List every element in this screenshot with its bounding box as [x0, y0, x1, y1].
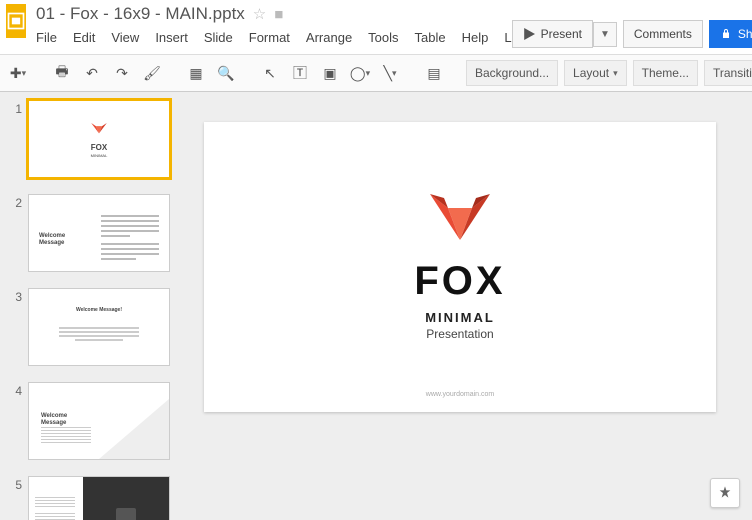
- thumb-number: 1: [6, 100, 22, 116]
- fox-icon: [91, 123, 107, 137]
- file-name[interactable]: 01 - Fox - 16x9 - MAIN.pptx: [36, 4, 245, 24]
- menu-insert[interactable]: Insert: [155, 30, 188, 45]
- fox-logo-icon: [430, 194, 490, 251]
- new-slide-button[interactable]: ✚▾: [6, 60, 30, 86]
- title-bar: 01 - Fox - 16x9 - MAIN.pptx ☆ ■ File Edi…: [0, 0, 752, 54]
- menu-file[interactable]: File: [36, 30, 57, 45]
- slide-domain: www.yourdomain.com: [204, 391, 716, 398]
- theme-button[interactable]: Theme...: [633, 60, 698, 86]
- explore-button[interactable]: [710, 478, 740, 508]
- slide-thumbnail-1[interactable]: FOX MINIMAL: [28, 100, 170, 178]
- menu-arrange[interactable]: Arrange: [306, 30, 352, 45]
- slides-icon: [6, 11, 26, 31]
- thumb-row[interactable]: 3 Welcome Message!: [0, 286, 182, 380]
- layout-button[interactable]: Layout▾: [564, 60, 627, 86]
- lock-icon: [720, 28, 732, 40]
- zoom-fit-icon[interactable]: ▦: [184, 60, 208, 86]
- image-placeholder-icon: [116, 508, 136, 520]
- menu-bar: File Edit View Insert Slide Format Arran…: [36, 30, 512, 45]
- app-icon[interactable]: [6, 4, 26, 38]
- undo-icon[interactable]: ↶: [80, 60, 104, 86]
- line-icon[interactable]: ╲▾: [378, 60, 402, 86]
- textbox-icon[interactable]: 🅃: [288, 60, 312, 86]
- menu-last-truncated[interactable]: L: [504, 30, 511, 45]
- present-label: Present: [541, 27, 582, 41]
- menu-help[interactable]: Help: [462, 30, 489, 45]
- shape-icon[interactable]: ◯▾: [348, 60, 372, 86]
- thumb-row[interactable]: 1 FOX MINIMAL: [0, 98, 182, 192]
- thumb-sub: MINIMAL: [29, 153, 169, 158]
- comments-button[interactable]: Comments: [623, 20, 703, 48]
- play-icon: [523, 28, 535, 40]
- slide-panel[interactable]: 1 FOX MINIMAL 2 WelcomeMessage 3 Welcome…: [0, 92, 182, 520]
- comment-icon[interactable]: ▤: [422, 60, 446, 86]
- folder-icon[interactable]: ■: [274, 6, 283, 23]
- menu-format[interactable]: Format: [249, 30, 290, 45]
- slide-thumbnail-3[interactable]: Welcome Message!: [28, 288, 170, 366]
- slide-subtitle-1: MINIMAL: [425, 310, 495, 325]
- slide-canvas[interactable]: FOX MINIMAL Presentation www.yourdomain.…: [204, 122, 716, 412]
- thumb-number: 4: [6, 382, 22, 398]
- transition-button[interactable]: Transition...: [704, 60, 752, 86]
- thumb-title: FOX: [29, 143, 169, 152]
- image-icon[interactable]: ▣: [318, 60, 342, 86]
- slide-title: FOX: [414, 259, 505, 304]
- slide-subtitle-2: Presentation: [426, 327, 493, 341]
- select-icon[interactable]: ↖: [258, 60, 282, 86]
- thumb-number: 2: [6, 194, 22, 210]
- thumb-number: 5: [6, 476, 22, 492]
- menu-view[interactable]: View: [111, 30, 139, 45]
- slide-thumbnail-2[interactable]: WelcomeMessage: [28, 194, 170, 272]
- workspace: 1 FOX MINIMAL 2 WelcomeMessage 3 Welcome…: [0, 92, 752, 520]
- present-dropdown[interactable]: ▼: [593, 22, 617, 47]
- menu-tools[interactable]: Tools: [368, 30, 398, 45]
- menu-table[interactable]: Table: [415, 30, 446, 45]
- paint-format-icon[interactable]: 🖌: [140, 60, 164, 86]
- canvas-area[interactable]: FOX MINIMAL Presentation www.yourdomain.…: [182, 92, 752, 520]
- menu-slide[interactable]: Slide: [204, 30, 233, 45]
- toolbar: ✚▾ 🖶 ↶ ↷ 🖌 ▦ 🔍 ↖ 🅃 ▣ ◯▾ ╲▾ ▤ Background.…: [0, 54, 752, 92]
- menu-edit[interactable]: Edit: [73, 30, 95, 45]
- thumb-row[interactable]: 5: [0, 474, 182, 520]
- background-button[interactable]: Background...: [466, 60, 558, 86]
- thumb-number: 3: [6, 288, 22, 304]
- comments-label: Comments: [634, 27, 692, 41]
- redo-icon[interactable]: ↷: [110, 60, 134, 86]
- explore-icon: [717, 485, 733, 501]
- share-label: Share: [738, 27, 752, 41]
- star-icon[interactable]: ☆: [253, 5, 266, 23]
- print-icon[interactable]: 🖶: [50, 60, 74, 86]
- zoom-icon[interactable]: 🔍: [214, 60, 238, 86]
- share-button[interactable]: Share: [709, 20, 752, 48]
- thumb-row[interactable]: 2 WelcomeMessage: [0, 192, 182, 286]
- slide-thumbnail-4[interactable]: WelcomeMessage: [28, 382, 170, 460]
- thumb-row[interactable]: 4 WelcomeMessage: [0, 380, 182, 474]
- slide-thumbnail-5[interactable]: [28, 476, 170, 520]
- present-button[interactable]: Present: [512, 20, 593, 48]
